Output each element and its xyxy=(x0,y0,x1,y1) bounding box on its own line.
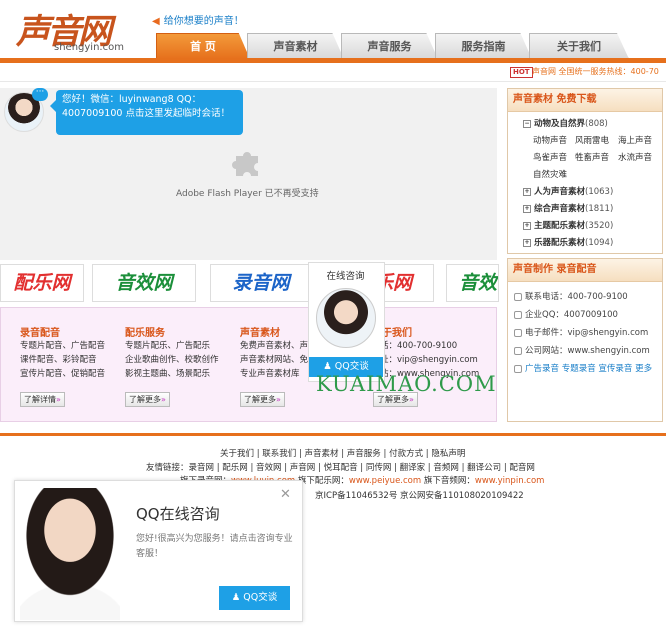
popup-qq-chat-button[interactable]: ♟ QQ交谈 xyxy=(219,586,290,610)
qq-icon: ♟ xyxy=(231,592,244,603)
double-arrow-icon: » xyxy=(276,395,281,404)
consultant-photo xyxy=(20,488,120,620)
chat-dots-icon: ··· xyxy=(32,88,48,101)
tree-item[interactable]: 风雨雷电 xyxy=(575,133,618,150)
expand-icon[interactable]: + xyxy=(523,238,531,247)
tree-item[interactable]: 水流声音 xyxy=(618,153,652,163)
contact-website: 公司网站：www.shengyin.com xyxy=(514,342,662,360)
learn-more-button[interactable]: 了解更多» xyxy=(240,392,285,407)
tree-item[interactable]: 鸟雀声音 xyxy=(533,150,575,167)
service-line: 企业歌曲创作、校歌创作 xyxy=(125,355,219,365)
hotline-text: 声音网 全国统一服务热线：400-70 xyxy=(532,67,659,76)
footer-links[interactable]: 关于我们 | 联系我们 | 声音素材 | 声音服务 | 付款方式 | 隐私声明 xyxy=(220,447,465,459)
contact-qq: 企业QQ：4007009100 xyxy=(514,306,662,324)
icp-text: 京ICP备11046532号 京公网安备110108020109422 xyxy=(315,491,524,501)
slogan: ◀ 给你想要的声音！ xyxy=(152,12,244,27)
tree-item[interactable]: 牲畜声音 xyxy=(575,150,618,167)
service-title[interactable]: 声音素材 xyxy=(240,324,280,339)
watermark-text: KUAIMAO.COM xyxy=(316,372,497,396)
double-arrow-icon: » xyxy=(409,395,414,404)
contact-phone: 联系电话：400-700-9100 xyxy=(514,288,662,306)
partner-logo-yinxiao-2[interactable]: 音效网 xyxy=(446,264,499,302)
materials-title: 声音素材 免费下载 xyxy=(508,89,662,112)
production-title: 声音制作 录音配音 xyxy=(508,259,662,282)
production-box: 声音制作 录音配音 联系电话：400-700-9100 企业QQ：4007009… xyxy=(507,258,663,422)
globe-icon xyxy=(514,346,522,355)
hot-badge: HOT xyxy=(510,67,533,78)
partner-logo-peiyue[interactable]: 配乐网 xyxy=(0,264,84,302)
service-line: 话：400-700-9100 xyxy=(380,341,458,351)
expand-icon[interactable]: + xyxy=(523,221,531,230)
learn-more-button[interactable]: 了解更多» xyxy=(125,392,170,407)
tab-guide[interactable]: 服务指南 xyxy=(435,33,532,59)
tab-home[interactable]: 首 页 xyxy=(156,33,250,59)
tree-category[interactable]: + 人为声音素材(1063) xyxy=(523,184,662,201)
partner-logo-luyin[interactable]: 录音网 xyxy=(210,264,312,302)
collapse-icon[interactable]: − xyxy=(523,119,531,128)
service-line: 专题片配音、广告配音 xyxy=(20,341,106,351)
slogan-text: 给你想要的声音！ xyxy=(163,16,244,27)
service-line: 课件配音、彩铃配音 xyxy=(20,355,97,365)
expand-icon[interactable]: + xyxy=(523,187,531,196)
service-line: 专题片配乐、广告配乐 xyxy=(125,341,211,351)
flash-unsupported-text: Adobe Flash Player 已不再受支持 xyxy=(176,189,319,199)
sub-site-label: 旗下配乐网： xyxy=(295,476,349,486)
watermark: KUAIMAO.COM xyxy=(316,372,497,396)
popup-text: 您好!很高兴为您服务！请点击咨询专业客服！ xyxy=(136,534,293,559)
materials-box: 声音素材 免费下载 − 动物及自然界(808) 动物声音 风雨雷电 海上声音 鸟雀声音… xyxy=(507,88,663,254)
expand-icon[interactable]: + xyxy=(523,204,531,213)
service-title[interactable]: 配乐服务 xyxy=(125,324,165,339)
phone-icon xyxy=(514,292,522,301)
email-icon xyxy=(514,328,522,337)
site-domain: shengyin.com xyxy=(54,42,124,53)
footer-divider xyxy=(0,433,666,436)
tree-item[interactable]: 动物声音 xyxy=(533,133,575,150)
tree-category[interactable]: − 动物及自然界(808) xyxy=(523,116,662,133)
close-icon[interactable]: ✕ xyxy=(280,487,291,502)
tab-about[interactable]: 关于我们 xyxy=(529,33,629,59)
sub-site-link[interactable]: www.yinpin.com xyxy=(475,476,545,486)
learn-details-button[interactable]: 了解详情» xyxy=(20,392,65,407)
popup-title: QQ在线咨询 xyxy=(136,505,220,523)
tree-category[interactable]: + 乐器配乐素材(1094) xyxy=(523,235,662,248)
arrow-left-icon: ◀ xyxy=(152,16,160,27)
chat-bubble[interactable]: 您好！微信：luyinwang8 QQ：4007009100 点击这里发起临时会… xyxy=(50,90,243,135)
service-line: 免费声音素材、声 xyxy=(240,341,309,351)
link-icon xyxy=(514,364,522,373)
tree-item[interactable]: 自然灾难 xyxy=(533,170,567,180)
friend-links[interactable]: 友情链接：录音网 | 配乐网 | 音效网 | 声音网 | 悦耳配音 | 同传网 … xyxy=(146,461,535,473)
plugin-icon xyxy=(232,152,258,176)
floating-consult-title: 在线咨询 xyxy=(326,271,365,282)
partner-logo-peiyue-2[interactable]: 配乐网 xyxy=(380,264,434,302)
qq-icon: ♟ xyxy=(323,361,335,372)
tree-category[interactable]: + 综合声音素材(1811) xyxy=(523,201,662,218)
double-arrow-icon: » xyxy=(161,395,166,404)
contact-list: 联系电话：400-700-9100 企业QQ：4007009100 电子邮件：v… xyxy=(508,282,662,378)
tree-category[interactable]: + 主题配乐素材(3520) xyxy=(523,218,662,235)
sub-site-label: 旗下音频网： xyxy=(421,476,475,486)
service-line: 影视主题曲、场景配乐 xyxy=(125,369,211,379)
production-links[interactable]: 广告录音 专题录音 宣传录音 更多 xyxy=(514,360,662,378)
service-line: 专业声音素材库 xyxy=(240,369,300,379)
double-arrow-icon: » xyxy=(56,395,61,404)
partner-logo-yinxiao[interactable]: 音效网 xyxy=(92,264,196,302)
tree-item[interactable]: 海上声音 xyxy=(618,136,652,146)
tab-materials[interactable]: 声音素材 xyxy=(247,33,344,59)
contact-email: 电子邮件：vip@shengyin.com xyxy=(514,324,662,342)
service-line: 宣传片配音、促销配音 xyxy=(20,369,106,379)
tab-services[interactable]: 声音服务 xyxy=(341,33,438,59)
qq-icon xyxy=(514,310,522,319)
service-line: 址：vip@shengyin.com xyxy=(380,355,478,365)
service-title[interactable]: 录音配音 xyxy=(20,324,60,339)
materials-tree: − 动物及自然界(808) 动物声音 风雨雷电 海上声音 鸟雀声音 牲畜声音 水流声音 自… xyxy=(508,112,662,248)
consultant-avatar xyxy=(316,288,376,348)
service-line: 声音素材网站、免 xyxy=(240,355,309,365)
sub-site-link[interactable]: www.peiyue.com xyxy=(349,476,421,486)
